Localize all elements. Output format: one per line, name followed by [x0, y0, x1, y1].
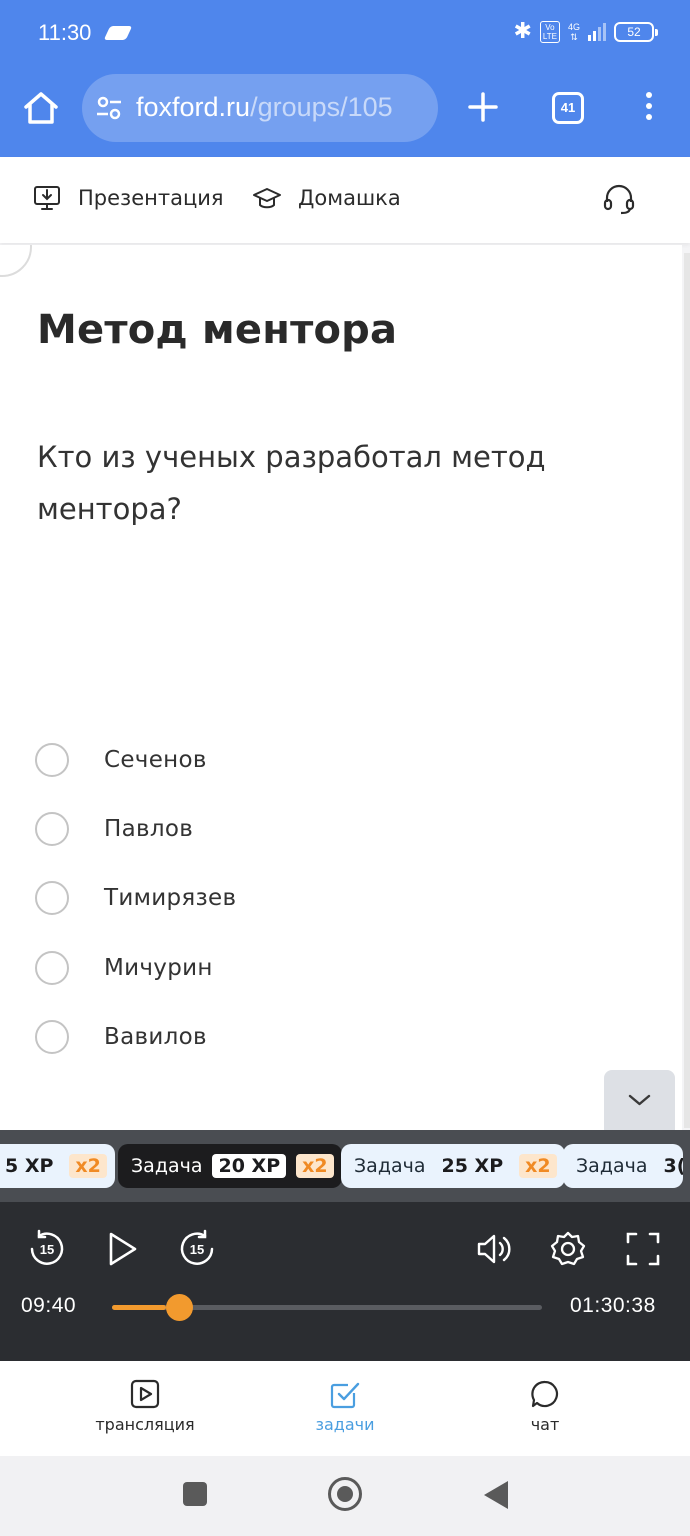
notification-icon [103, 26, 133, 40]
nav-broadcast-label: трансляция [95, 1415, 195, 1434]
current-time: 09:40 [21, 1294, 77, 1317]
checkbox-icon [330, 1382, 360, 1409]
radio-button[interactable] [35, 950, 69, 985]
rewind-seconds: 15 [40, 1242, 54, 1257]
status-time: 11:30 [38, 20, 92, 45]
option-label: Тимирязев [104, 885, 237, 912]
url-bar[interactable]: foxford.ru/groups/105 [82, 74, 438, 142]
browser-chrome: 11:30 ✱ Vo LTE 4G ⇅ 52 foxford.ru/groups/1… [0, 0, 690, 157]
scroll-down-button[interactable] [604, 1070, 675, 1130]
nav-tasks-label: задачи [315, 1415, 375, 1434]
home-icon[interactable] [22, 89, 60, 127]
more-menu-icon[interactable] [640, 92, 658, 124]
chip-multiplier: x2 [519, 1154, 557, 1178]
progress-fill [112, 1305, 166, 1310]
chip-xp: 5 XP [5, 1155, 54, 1177]
bluetooth-icon: ✱ [513, 19, 532, 44]
nav-broadcast[interactable]: трансляция [75, 1379, 215, 1434]
answer-options: Сеченов Павлов Тимирязев Мичурин Вавилов [35, 725, 236, 1071]
url-text[interactable]: foxford.ru/groups/105 [136, 92, 393, 123]
support-headset-icon[interactable] [602, 182, 636, 216]
system-navigation-bar [0, 1456, 690, 1536]
volume-icon[interactable] [474, 1229, 514, 1269]
radio-button[interactable] [35, 811, 69, 846]
tab-switcher-button[interactable]: 41 [552, 92, 584, 124]
chevron-down-icon [628, 1094, 651, 1106]
task-chip[interactable]: 5 XP x2 [0, 1144, 115, 1188]
task-card: Метод ментора Кто из ученых разработал м… [0, 245, 682, 1130]
rewind-15-icon[interactable]: 15 [27, 1229, 67, 1269]
answer-option[interactable]: Вавилов [35, 1002, 236, 1071]
progress-handle[interactable] [165, 1294, 193, 1321]
task-chips-bar: 5 XP x2 Задача 20 XP x2 Задача 25 XP x2 … [0, 1130, 690, 1202]
presentation-button[interactable]: Презентация [32, 183, 224, 213]
decorative-arc [0, 245, 32, 277]
battery-icon: 52 [614, 22, 658, 42]
nav-chat-label: чат [530, 1415, 560, 1434]
chip-xp: 25 XP [441, 1155, 504, 1177]
chat-bubble-icon [531, 1380, 559, 1408]
graduation-cap-icon [253, 188, 281, 209]
bottom-navigation: трансляция задачи чат [0, 1361, 690, 1456]
option-label: Вавилов [104, 1023, 207, 1050]
url-path: /groups/105 [250, 92, 393, 122]
home-button[interactable] [328, 1477, 362, 1511]
answer-option[interactable]: Мичурин [35, 933, 236, 1002]
nav-chat[interactable]: чат [475, 1379, 615, 1434]
forward-seconds: 15 [190, 1242, 204, 1257]
url-host: foxford.ru [136, 92, 251, 122]
chip-label: Задача [354, 1155, 426, 1177]
signal-icon [588, 23, 606, 41]
network-type: 4G ⇅ [567, 22, 580, 42]
homework-label: Домашка [298, 186, 401, 210]
chip-xp: 20 XP [212, 1154, 287, 1178]
fullscreen-icon[interactable] [623, 1229, 663, 1269]
chip-multiplier: x2 [69, 1154, 107, 1178]
homework-button[interactable]: Домашка [252, 183, 401, 213]
radio-button[interactable] [35, 881, 69, 916]
page-scrollbar[interactable] [684, 253, 690, 1128]
site-settings-icon[interactable] [96, 96, 122, 120]
total-time: 01:30:38 [570, 1294, 656, 1317]
volte-icon: Vo LTE [539, 21, 560, 43]
progress-slider[interactable] [112, 1294, 542, 1321]
video-player-controls: 15 15 09:40 01:30:38 [0, 1202, 690, 1361]
radio-button[interactable] [35, 742, 69, 777]
play-icon[interactable] [102, 1229, 142, 1269]
answer-option[interactable]: Павлов [35, 794, 236, 863]
task-chip[interactable]: Задача 25 XP x2 [341, 1144, 565, 1188]
status-bar: 11:30 ✱ Vo LTE 4G ⇅ 52 [0, 0, 690, 66]
settings-gear-icon[interactable] [548, 1229, 588, 1269]
task-question: Кто из ученых разработал метод ментора? [37, 440, 546, 526]
lesson-toolbar: Презентация Домашка [0, 157, 690, 243]
chip-xp: 3( [663, 1155, 683, 1177]
answer-option[interactable]: Тимирязев [35, 864, 236, 933]
download-monitor-icon [34, 186, 60, 210]
back-button[interactable] [484, 1481, 508, 1509]
radio-button[interactable] [35, 1019, 69, 1054]
new-tab-icon[interactable] [468, 92, 498, 122]
option-label: Мичурин [104, 954, 213, 981]
answer-option[interactable]: Сеченов [35, 725, 236, 794]
task-chip[interactable]: Задача 3( [563, 1144, 683, 1188]
chip-label: Задача [131, 1155, 203, 1177]
task-title: Метод ментора [37, 307, 398, 353]
option-label: Сеченов [104, 746, 207, 773]
play-square-icon [130, 1379, 160, 1409]
chip-label: Задача [576, 1155, 648, 1177]
nav-tasks[interactable]: задачи [275, 1379, 415, 1434]
recent-apps-button[interactable] [183, 1482, 207, 1506]
forward-15-icon[interactable]: 15 [177, 1229, 217, 1269]
option-label: Павлов [104, 815, 194, 842]
presentation-label: Презентация [78, 186, 224, 210]
task-chip-active[interactable]: Задача 20 XP x2 [118, 1144, 342, 1188]
chip-multiplier: x2 [296, 1154, 334, 1178]
